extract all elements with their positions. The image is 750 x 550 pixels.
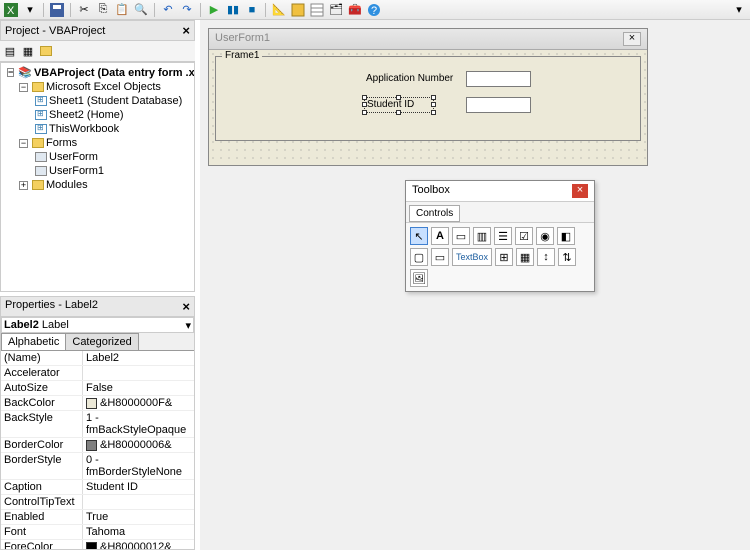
folder-toggle-icon[interactable] xyxy=(38,43,54,59)
tree-sheet2[interactable]: Sheet2 (Home) xyxy=(3,108,192,122)
paste-icon[interactable]: 📋 xyxy=(114,2,130,18)
prop-row[interactable]: ForeColor&H80000012& xyxy=(1,540,194,549)
project-mini-toolbar: ▤ ▦ xyxy=(0,41,195,62)
input-student-id[interactable] xyxy=(466,97,531,113)
tool-multipage[interactable]: ▦ xyxy=(516,248,534,266)
toolbox-title-text: Toolbox xyxy=(412,184,450,198)
view-code-icon[interactable]: ▤ xyxy=(2,43,18,59)
prop-row[interactable]: EnabledTrue xyxy=(1,510,194,525)
prop-row[interactable]: Accelerator xyxy=(1,366,194,381)
cut-icon[interactable]: ✂ xyxy=(76,2,92,18)
help-icon[interactable]: ? xyxy=(366,2,382,18)
userform-window[interactable]: UserForm1 × Frame1 Application Number St… xyxy=(208,28,648,166)
tree-userform1[interactable]: UserForm1 xyxy=(3,164,192,178)
prop-row[interactable]: BackColor&H8000000F& xyxy=(1,396,194,411)
toolbar-chevron-icon[interactable]: ▾ xyxy=(731,2,747,18)
properties-panel: Properties - Label2 × Label2 Label ▾ Alp… xyxy=(0,296,195,550)
tool-textbox-label[interactable]: TextBox xyxy=(452,248,492,266)
toolbox-tab-controls[interactable]: Controls xyxy=(409,205,460,222)
prop-row[interactable]: BorderColor&H80000006& xyxy=(1,438,194,453)
run-icon[interactable]: ▶ xyxy=(206,2,222,18)
project-tree[interactable]: −📚 VBAProject (Data entry form .xlsm) − … xyxy=(0,62,195,292)
reset-icon[interactable]: ■ xyxy=(244,2,260,18)
excel-icon[interactable]: X xyxy=(3,2,19,18)
object-selector[interactable]: Label2 Label ▾ xyxy=(1,317,194,333)
tree-modules[interactable]: + Modules xyxy=(3,178,192,192)
label-app-number[interactable]: Application Number xyxy=(366,73,453,84)
tab-alphabetic[interactable]: Alphabetic xyxy=(1,333,66,350)
prop-row[interactable]: CaptionStudent ID xyxy=(1,480,194,495)
toolbox-window[interactable]: Toolbox × Controls ↖ A ▭ ▥ ☰ ☑ ◉ ◧ ▢ ▭ T… xyxy=(405,180,595,292)
tab-categorized[interactable]: Categorized xyxy=(65,333,138,350)
label-student-id-selected[interactable]: Student ID xyxy=(364,97,434,113)
prop-row[interactable]: AutoSizeFalse xyxy=(1,381,194,396)
expand-icon[interactable]: − xyxy=(19,83,28,92)
tree-userform[interactable]: UserForm xyxy=(3,150,192,164)
tree-root[interactable]: −📚 VBAProject (Data entry form .xlsm) xyxy=(3,65,192,80)
form-close-icon[interactable]: × xyxy=(623,32,641,46)
prop-row[interactable]: (Name)Label2 xyxy=(1,351,194,366)
tool-scrollbar[interactable]: ↕ xyxy=(537,248,555,266)
design-icon[interactable]: 📐 xyxy=(271,2,287,18)
tool-commandbutton[interactable]: ▭ xyxy=(431,248,449,266)
close-icon[interactable]: × xyxy=(182,299,190,314)
close-icon[interactable]: × xyxy=(182,23,190,38)
form-designer: UserForm1 × Frame1 Application Number St… xyxy=(200,20,750,550)
tool-checkbox[interactable]: ☑ xyxy=(515,227,533,245)
copy-icon[interactable]: ⎘ xyxy=(95,2,111,18)
form-titlebar[interactable]: UserForm1 × xyxy=(209,29,647,50)
prop-row[interactable]: BackStyle1 - fmBackStyleOpaque xyxy=(1,411,194,438)
tool-image[interactable]: 🖼 xyxy=(410,269,428,287)
prop-row[interactable]: FontTahoma xyxy=(1,525,194,540)
tool-label[interactable]: A xyxy=(431,227,449,245)
browser-icon[interactable]: 🗂 xyxy=(328,2,344,18)
view-object-icon[interactable]: ▦ xyxy=(20,43,36,59)
redo-icon[interactable]: ↷ xyxy=(179,2,195,18)
tree-excel-objects[interactable]: − Microsoft Excel Objects xyxy=(3,80,192,94)
toolbox-icon[interactable]: 🧰 xyxy=(347,2,363,18)
prop-row[interactable]: BorderStyle0 - fmBorderStyleNone xyxy=(1,453,194,480)
tool-textbox[interactable]: ▭ xyxy=(452,227,470,245)
tool-togglebutton[interactable]: ◧ xyxy=(557,227,575,245)
expand-icon[interactable]: − xyxy=(19,139,28,148)
svg-text:X: X xyxy=(7,5,15,17)
tool-combobox[interactable]: ▥ xyxy=(473,227,491,245)
properties-title: Properties - Label2 × xyxy=(1,297,194,317)
expand-icon[interactable]: − xyxy=(7,68,14,77)
toolbox-close-icon[interactable]: × xyxy=(572,184,588,198)
tool-tabstrip[interactable]: ⊞ xyxy=(495,248,513,266)
save-icon[interactable] xyxy=(49,2,65,18)
tool-spinbutton[interactable]: ⇅ xyxy=(558,248,576,266)
tool-pointer[interactable]: ↖ xyxy=(410,227,428,245)
svg-text:?: ? xyxy=(371,5,377,17)
undo-icon[interactable]: ↶ xyxy=(160,2,176,18)
expand-icon[interactable]: + xyxy=(19,181,28,190)
input-app-number[interactable] xyxy=(466,71,531,87)
props-icon[interactable] xyxy=(309,2,325,18)
tool-optionbutton[interactable]: ◉ xyxy=(536,227,554,245)
tool-frame[interactable]: ▢ xyxy=(410,248,428,266)
main-toolbar: X ▾ ✂ ⎘ 📋 🔍 ↶ ↷ ▶ ▮▮ ■ 📐 🗂 🧰 ? ▾ xyxy=(0,0,750,20)
project-icon[interactable] xyxy=(290,2,306,18)
break-icon[interactable]: ▮▮ xyxy=(225,2,241,18)
project-panel-title: Project - VBAProject × xyxy=(0,20,195,41)
tool-listbox[interactable]: ☰ xyxy=(494,227,512,245)
tree-sheet1[interactable]: Sheet1 (Student Database) xyxy=(3,94,192,108)
menu-icon[interactable]: ▾ xyxy=(22,2,38,18)
tree-thisworkbook[interactable]: ThisWorkbook xyxy=(3,122,192,136)
properties-grid[interactable]: (Name)Label2AcceleratorAutoSizeFalseBack… xyxy=(1,351,194,549)
frame1[interactable]: Frame1 Application Number Student ID xyxy=(215,56,641,141)
prop-row[interactable]: ControlTipText xyxy=(1,495,194,510)
find-icon[interactable]: 🔍 xyxy=(133,2,149,18)
tree-forms[interactable]: − Forms xyxy=(3,136,192,150)
